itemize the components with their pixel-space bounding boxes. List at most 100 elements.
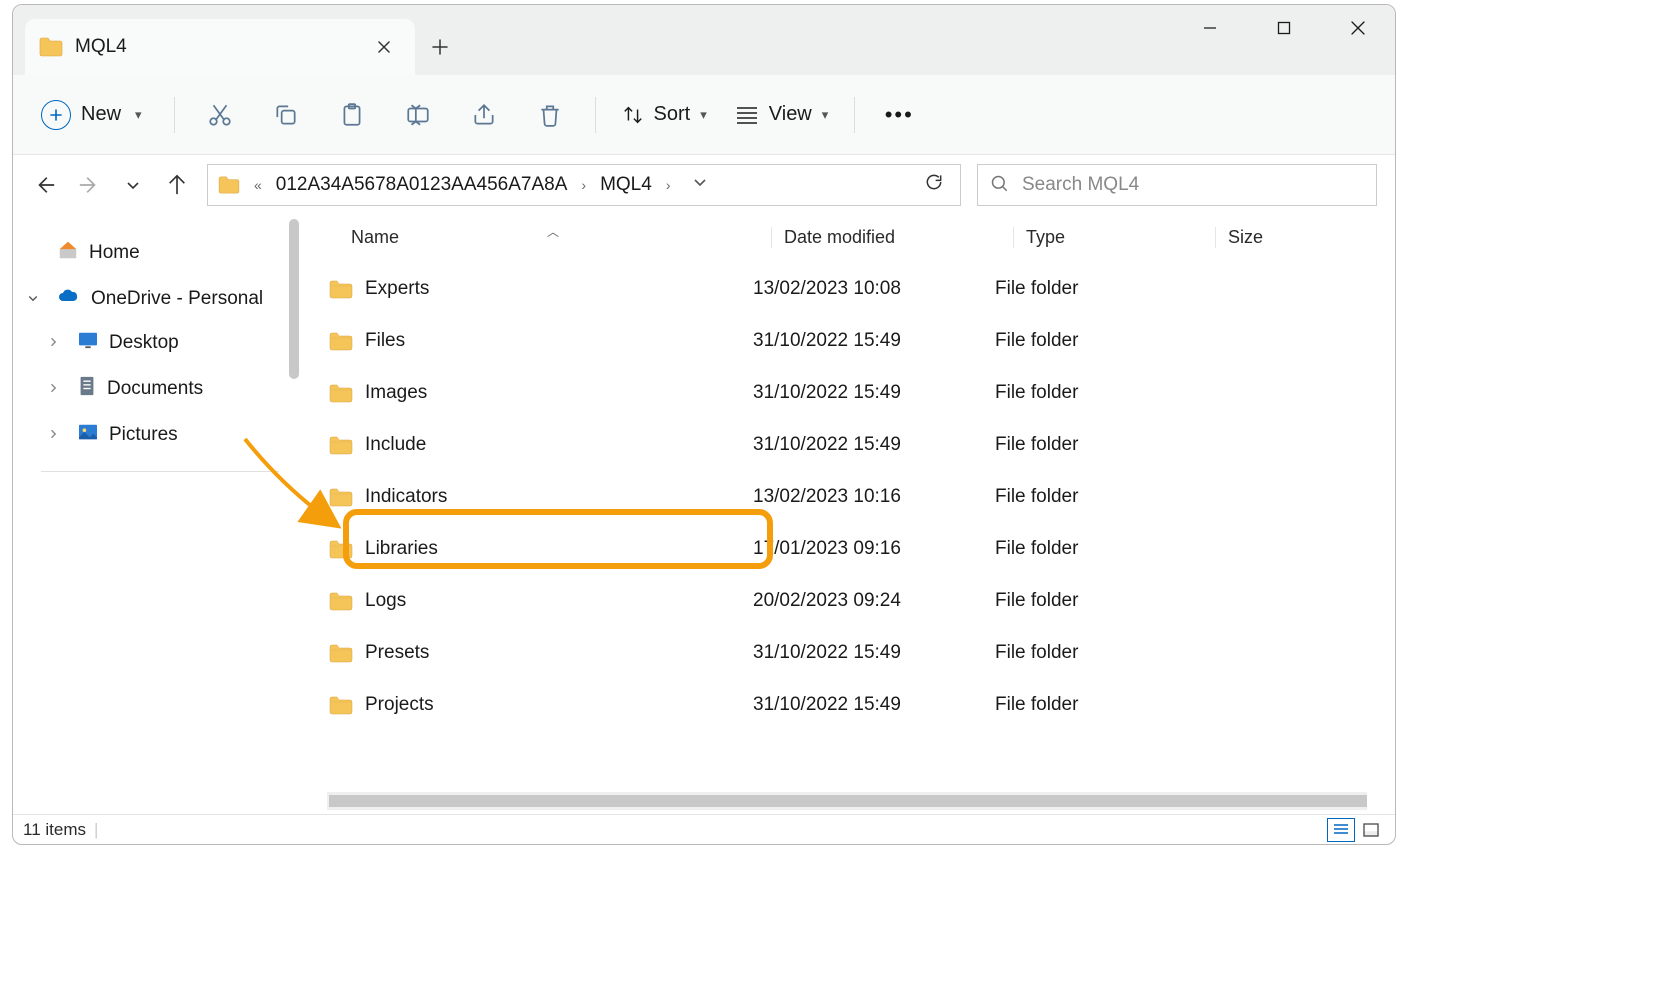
file-type: File folder	[987, 486, 1189, 508]
delete-button[interactable]	[519, 91, 581, 139]
sidebar-item-label: Desktop	[109, 332, 179, 354]
address-row: « 012A34A5678A0123AA456A7A8A › MQL4 ›	[13, 155, 1395, 215]
chevron-right-icon[interactable]: ›	[662, 177, 675, 193]
copy-button[interactable]	[255, 91, 317, 139]
file-name: Experts	[365, 278, 429, 300]
maximize-button[interactable]	[1247, 5, 1321, 51]
sidebar-item-label: OneDrive - Personal	[91, 288, 263, 310]
cut-button[interactable]	[189, 91, 251, 139]
pictures-icon	[77, 423, 99, 447]
new-button[interactable]: New ▾	[23, 92, 160, 138]
path-overflow-icon[interactable]: «	[250, 177, 266, 193]
file-name: Include	[365, 434, 426, 456]
table-row[interactable]: Include31/10/2022 15:49File folder	[299, 419, 1395, 471]
refresh-button[interactable]	[918, 172, 950, 198]
table-row[interactable]: Projects31/10/2022 15:49File folder	[299, 679, 1395, 731]
folder-icon	[329, 591, 355, 611]
file-name: Logs	[365, 590, 406, 612]
file-date: 31/10/2022 15:49	[745, 382, 987, 404]
column-header-size[interactable]: Size	[1215, 227, 1395, 248]
file-type: File folder	[987, 538, 1189, 560]
column-header-type[interactable]: Type	[1013, 227, 1215, 248]
divider	[41, 471, 279, 472]
folder-icon	[329, 643, 355, 663]
file-explorer-window: MQL4 New ▾	[12, 4, 1396, 845]
sidebar-item-desktop[interactable]: Desktop	[13, 321, 299, 365]
cloud-icon	[57, 287, 81, 311]
sidebar-item-home[interactable]: Home	[13, 229, 299, 277]
file-type: File folder	[987, 278, 1189, 300]
sort-ascending-icon: ︿	[547, 223, 559, 240]
large-icons-view-button[interactable]	[1357, 818, 1385, 842]
column-header-name[interactable]: Name ︿	[351, 227, 771, 248]
breadcrumb-segment[interactable]: 012A34A5678A0123AA456A7A8A	[276, 174, 568, 196]
recent-locations-button[interactable]	[119, 171, 147, 199]
file-type: File folder	[987, 642, 1189, 664]
address-dropdown-button[interactable]	[684, 174, 716, 196]
back-button[interactable]	[31, 171, 59, 199]
horizontal-scrollbar[interactable]	[327, 792, 1367, 810]
sidebar-item-onedrive[interactable]: OneDrive - Personal	[13, 277, 299, 321]
share-button[interactable]	[453, 91, 515, 139]
sort-label: Sort	[654, 103, 691, 126]
folder-icon	[329, 487, 355, 507]
sidebar-item-documents[interactable]: Documents	[13, 365, 299, 413]
body: Home OneDrive - Personal Desktop	[13, 215, 1395, 814]
titlebar: MQL4	[13, 5, 1395, 75]
chevron-down-icon[interactable]	[27, 291, 39, 307]
forward-button[interactable]	[75, 171, 103, 199]
minimize-button[interactable]	[1173, 5, 1247, 51]
desktop-icon	[77, 331, 99, 355]
close-window-button[interactable]	[1321, 5, 1395, 51]
close-tab-button[interactable]	[369, 32, 399, 62]
table-row[interactable]: Images31/10/2022 15:49File folder	[299, 367, 1395, 419]
up-button[interactable]	[163, 171, 191, 199]
view-label: View	[769, 103, 812, 126]
chevron-down-icon: ▾	[700, 107, 707, 123]
toolbar: New ▾ Sort ▾ View ▾	[13, 75, 1395, 155]
details-view-button[interactable]	[1327, 818, 1355, 842]
more-button[interactable]: •••	[869, 102, 929, 128]
window-controls	[1173, 5, 1395, 51]
chevron-right-icon[interactable]	[47, 335, 59, 351]
plus-circle-icon	[41, 100, 71, 130]
table-row[interactable]: Logs20/02/2023 09:24File folder	[299, 575, 1395, 627]
divider: |	[94, 820, 98, 840]
breadcrumb-current[interactable]: MQL4	[600, 174, 652, 196]
chevron-right-icon[interactable]	[47, 381, 59, 397]
tab-active[interactable]: MQL4	[25, 19, 415, 75]
paste-button[interactable]	[321, 91, 383, 139]
view-button[interactable]: View ▾	[723, 95, 841, 134]
separator	[174, 97, 175, 133]
search-box[interactable]	[977, 164, 1377, 206]
file-type: File folder	[987, 382, 1189, 404]
new-tab-button[interactable]	[415, 19, 465, 75]
file-date: 31/10/2022 15:49	[745, 642, 987, 664]
folder-icon	[329, 383, 355, 403]
folder-icon	[329, 435, 355, 455]
folder-icon	[218, 176, 240, 194]
chevron-right-icon[interactable]: ›	[577, 177, 590, 193]
tab-title: MQL4	[75, 36, 369, 58]
table-row[interactable]: Libraries17/01/2023 09:16File folder	[299, 523, 1395, 575]
rename-button[interactable]	[387, 91, 449, 139]
chevron-down-icon: ▾	[822, 107, 829, 123]
column-header-date[interactable]: Date modified	[771, 227, 1013, 248]
file-name: Presets	[365, 642, 429, 664]
chevron-right-icon[interactable]	[47, 427, 59, 443]
sidebar-item-label: Pictures	[109, 424, 178, 446]
table-row[interactable]: Files31/10/2022 15:49File folder	[299, 315, 1395, 367]
search-input[interactable]	[1022, 174, 1364, 196]
table-row[interactable]: Indicators13/02/2023 10:16File folder	[299, 471, 1395, 523]
table-row[interactable]: Presets 31/10/2022 15:49File folder	[299, 627, 1395, 679]
scrollbar-thumb[interactable]	[329, 795, 1367, 807]
file-date: 31/10/2022 15:49	[745, 694, 987, 716]
sidebar-item-pictures[interactable]: Pictures	[13, 413, 299, 457]
navigation-pane: Home OneDrive - Personal Desktop	[13, 215, 299, 814]
sidebar-item-label: Home	[89, 242, 140, 264]
scrollbar-thumb[interactable]	[289, 219, 299, 379]
file-date: 31/10/2022 15:49	[745, 330, 987, 352]
sort-button[interactable]: Sort ▾	[610, 95, 719, 134]
table-row[interactable]: Experts13/02/2023 10:08File folder	[299, 263, 1395, 315]
address-bar[interactable]: « 012A34A5678A0123AA456A7A8A › MQL4 ›	[207, 164, 961, 206]
